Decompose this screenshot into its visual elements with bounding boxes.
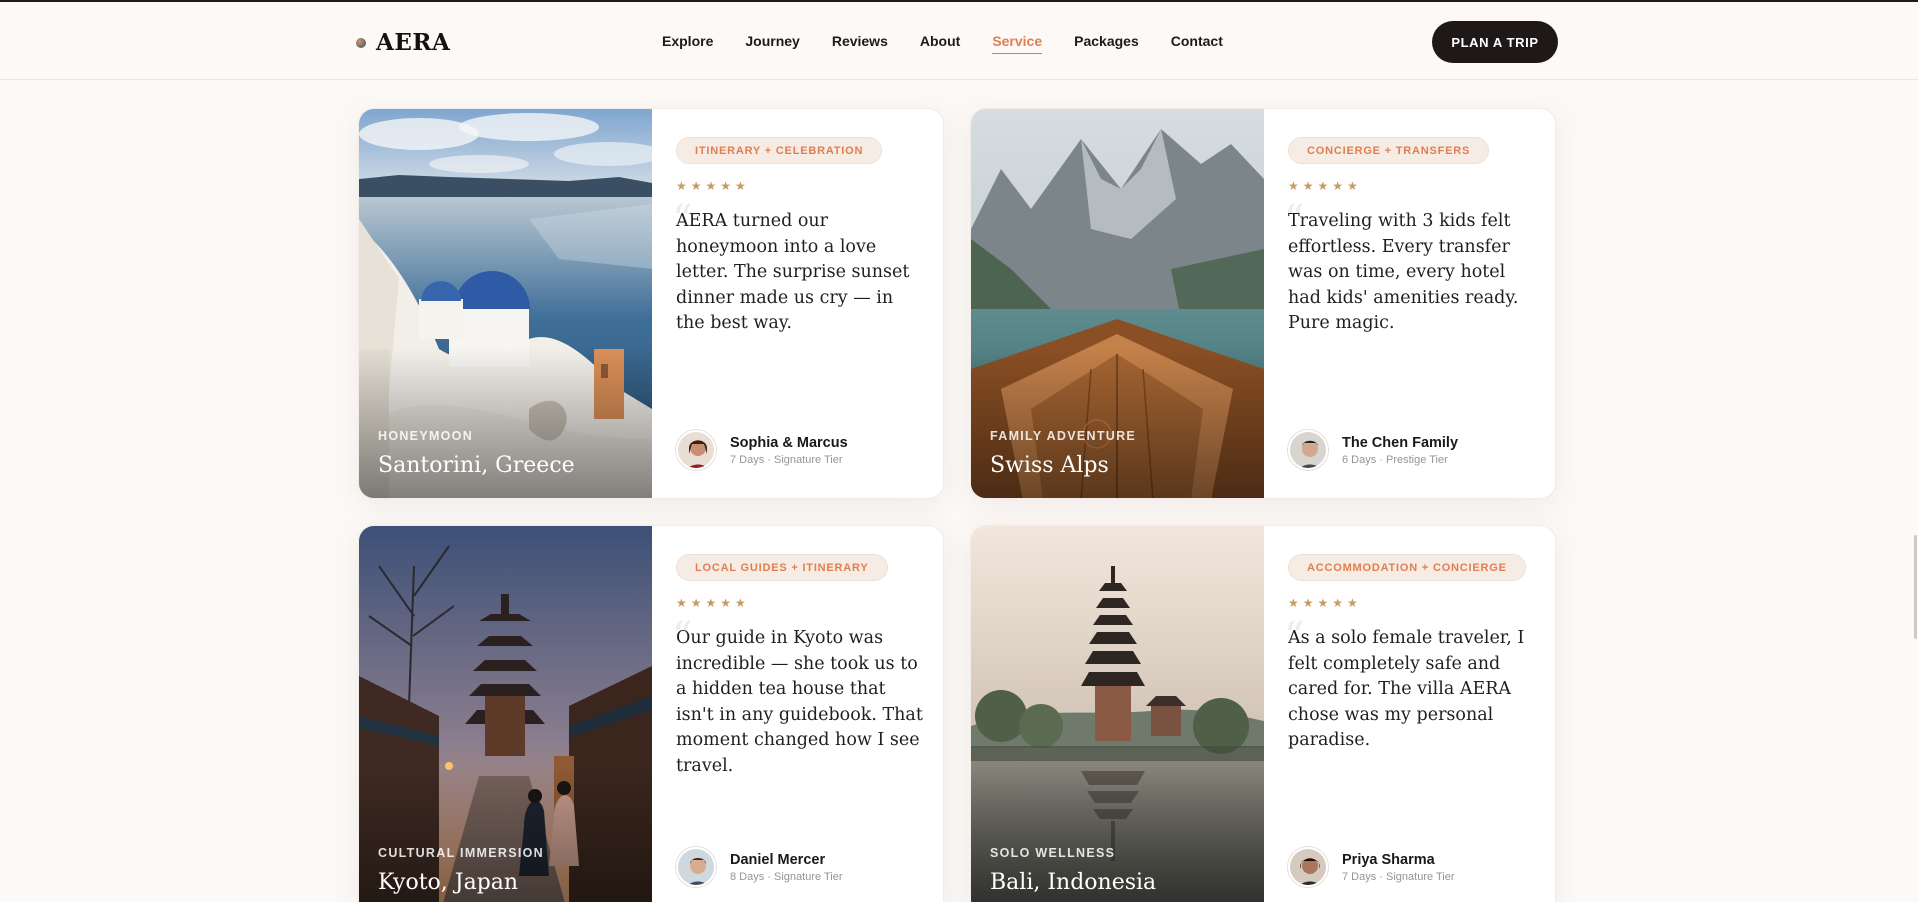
testimonial-author: Priya Sharma 7 Days · Signature Tier bbox=[1288, 847, 1455, 887]
nav-link-about[interactable]: About bbox=[920, 33, 960, 54]
trip-category: FAMILY ADVENTURE bbox=[990, 429, 1137, 443]
testimonial-content: LOCAL GUIDES + ITINERARY ★★★★★ “ Our gui… bbox=[652, 526, 943, 902]
testimonial-card-kyoto[interactable]: CULTURAL IMMERSION Kyoto, Japan LOCAL GU… bbox=[358, 525, 944, 902]
trip-details: 7 Days · Signature Tier bbox=[1342, 870, 1455, 883]
star-rating: ★★★★★ bbox=[1288, 596, 1362, 610]
nav-link-reviews[interactable]: Reviews bbox=[832, 33, 888, 54]
testimonial-author: Daniel Mercer 8 Days · Signature Tier bbox=[676, 847, 843, 887]
testimonial-quote: As a solo female traveler, I felt comple… bbox=[1288, 628, 1525, 750]
star-rating: ★★★★★ bbox=[1288, 179, 1362, 193]
testimonial-quote: Our guide in Kyoto was incredible — she … bbox=[676, 628, 923, 776]
testimonial-card-swiss-alps[interactable]: FAMILY ADVENTURE Swiss Alps CONCIERGE + … bbox=[970, 108, 1556, 499]
trip-destination: Santorini, Greece bbox=[378, 453, 575, 478]
service-tag: ITINERARY + CELEBRATION bbox=[676, 137, 883, 164]
author-name: Sophia & Marcus bbox=[730, 434, 848, 451]
testimonial-card-santorini[interactable]: HONEYMOON Santorini, Greece ITINERARY + … bbox=[358, 108, 944, 499]
testimonial-card-bali[interactable]: SOLO WELLNESS Bali, Indonesia ACCOMMODAT… bbox=[970, 525, 1556, 902]
trip-category: CULTURAL IMMERSION bbox=[378, 846, 544, 860]
testimonial-content: ACCOMMODATION + CONCIERGE ★★★★★ “ As a s… bbox=[1264, 526, 1555, 902]
trip-destination: Swiss Alps bbox=[990, 453, 1109, 478]
main-menu: Explore Journey Reviews About Service Pa… bbox=[662, 33, 1255, 54]
avatar bbox=[1288, 430, 1328, 470]
brand-logo[interactable]: AERA bbox=[356, 29, 450, 56]
nav-link-explore[interactable]: Explore bbox=[662, 33, 713, 54]
service-tag: LOCAL GUIDES + ITINERARY bbox=[676, 554, 888, 581]
nav-link-contact[interactable]: Contact bbox=[1171, 33, 1223, 54]
testimonial-author: The Chen Family 6 Days · Prestige Tier bbox=[1288, 430, 1458, 470]
star-rating: ★★★★★ bbox=[676, 596, 750, 610]
author-name: The Chen Family bbox=[1342, 434, 1459, 451]
bali-photo: SOLO WELLNESS Bali, Indonesia bbox=[971, 526, 1264, 902]
author-name: Daniel Mercer bbox=[730, 851, 826, 868]
site-header: AERA Explore Journey Reviews About Servi… bbox=[0, 2, 1918, 80]
brand-name: AERA bbox=[376, 29, 451, 56]
santorini-photo: HONEYMOON Santorini, Greece bbox=[359, 109, 652, 498]
avatar bbox=[676, 847, 716, 887]
service-tag: CONCIERGE + TRANSFERS bbox=[1288, 137, 1490, 164]
plan-trip-button[interactable]: PLAN A TRIP bbox=[1432, 21, 1558, 63]
testimonial-content: ITINERARY + CELEBRATION ★★★★★ “ AERA tur… bbox=[652, 109, 943, 498]
testimonial-author: Sophia & Marcus 7 Days · Signature Tier bbox=[676, 430, 848, 470]
trip-category: SOLO WELLNESS bbox=[990, 846, 1116, 860]
service-tag: ACCOMMODATION + CONCIERGE bbox=[1288, 554, 1526, 581]
author-name: Priya Sharma bbox=[1342, 851, 1435, 868]
trip-destination: Kyoto, Japan bbox=[378, 870, 519, 895]
avatar bbox=[676, 430, 716, 470]
kyoto-photo: CULTURAL IMMERSION Kyoto, Japan bbox=[359, 526, 652, 902]
scroll-indicator[interactable] bbox=[1914, 535, 1917, 639]
star-rating: ★★★★★ bbox=[676, 179, 750, 193]
trip-details: 7 Days · Signature Tier bbox=[730, 453, 843, 466]
trip-details: 8 Days · Signature Tier bbox=[730, 870, 843, 883]
swiss-alps-photo: FAMILY ADVENTURE Swiss Alps bbox=[971, 109, 1264, 498]
trip-destination: Bali, Indonesia bbox=[990, 870, 1157, 895]
nav-link-journey[interactable]: Journey bbox=[745, 33, 799, 54]
nav-link-packages[interactable]: Packages bbox=[1074, 33, 1139, 54]
testimonial-quote: Traveling with 3 kids felt effortless. E… bbox=[1288, 211, 1519, 333]
testimonial-content: CONCIERGE + TRANSFERS ★★★★★ “ Traveling … bbox=[1264, 109, 1555, 498]
nav-link-service[interactable]: Service bbox=[992, 33, 1043, 54]
avatar bbox=[1288, 847, 1328, 887]
testimonial-quote: AERA turned our honeymoon into a love le… bbox=[676, 211, 910, 333]
trip-category: HONEYMOON bbox=[378, 429, 474, 443]
trip-details: 6 Days · Prestige Tier bbox=[1342, 453, 1448, 466]
brand-dot-icon bbox=[356, 37, 366, 48]
